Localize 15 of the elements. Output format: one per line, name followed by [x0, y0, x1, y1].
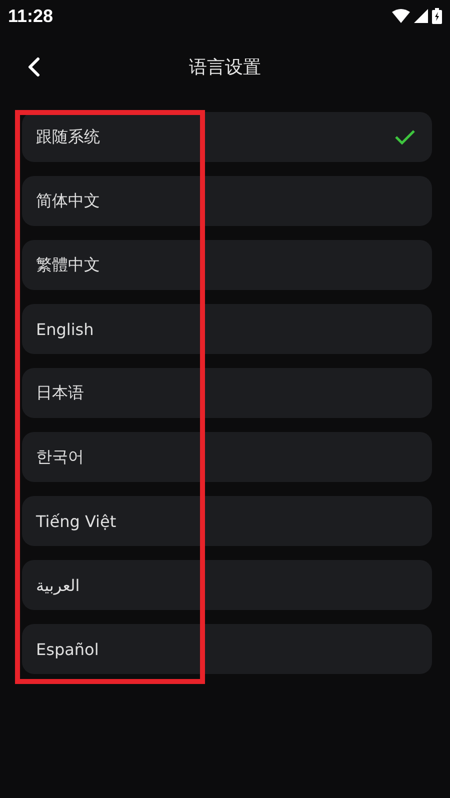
- language-option[interactable]: 한국어: [22, 432, 432, 482]
- language-option[interactable]: 日本语: [22, 368, 432, 418]
- language-option[interactable]: العربية: [22, 560, 432, 610]
- back-icon[interactable]: [28, 57, 40, 77]
- page-title: 语言设置: [189, 56, 261, 79]
- status-time: 11:28: [8, 6, 54, 26]
- language-option[interactable]: Español: [22, 624, 432, 674]
- language-option[interactable]: 简体中文: [22, 176, 432, 226]
- wifi-icon: [392, 9, 410, 23]
- language-option[interactable]: 繁體中文: [22, 240, 432, 290]
- language-option[interactable]: Tiếng Việt: [22, 496, 432, 546]
- battery-icon: [432, 8, 442, 24]
- signal-icon: [414, 9, 428, 23]
- language-option[interactable]: 跟随系统: [22, 112, 432, 162]
- language-option[interactable]: English: [22, 304, 432, 354]
